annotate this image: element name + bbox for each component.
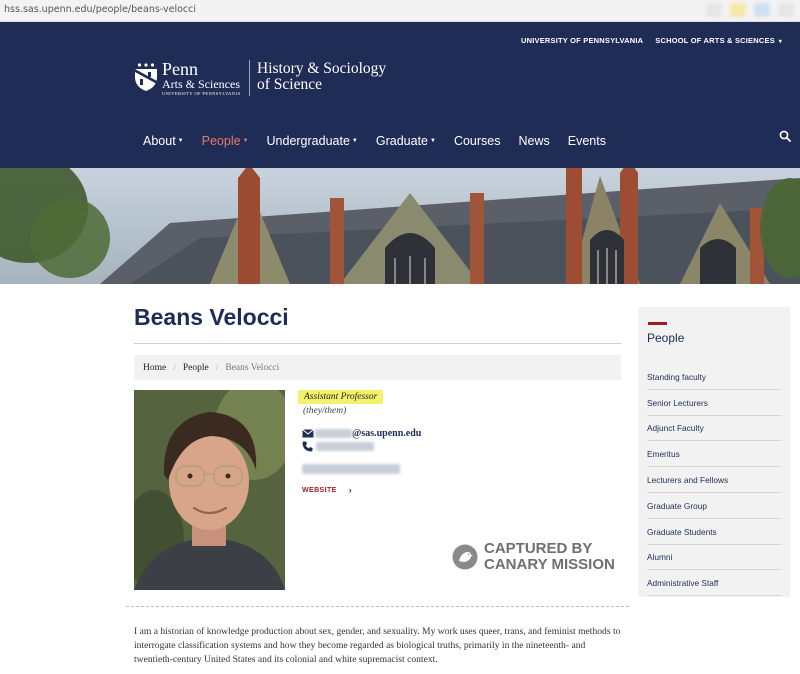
sidebar-list: Standing faculty Senior Lecturers Adjunc… [647, 364, 781, 597]
nav-news[interactable]: News [519, 134, 550, 148]
canary-mission-watermark: CAPTURED BY CANARY MISSION [452, 541, 615, 573]
email-domain: @sas.upenn.edu [352, 428, 422, 439]
url-text[interactable]: hss.sas.upenn.edu/people/beans-velocci [4, 4, 196, 15]
sidebar-item-graduate-students[interactable]: Graduate Students [647, 519, 781, 545]
sidebar-item-graduate-group[interactable]: Graduate Group [647, 493, 781, 519]
top-link-university[interactable]: UNIVERSITY OF PENNSYLVANIA [521, 36, 643, 45]
top-link-school-label: SCHOOL OF ARTS & SCIENCES [655, 36, 775, 45]
envelope-icon [302, 429, 314, 438]
website-label: WEBSITE [302, 486, 337, 494]
nav-graduate[interactable]: Graduate ▼ [376, 134, 436, 148]
caret-down-icon: ▼ [430, 138, 436, 144]
site-logo[interactable]: Penn Arts & Sciences UNIVERSITY OF PENNS… [134, 60, 386, 97]
extension-icon [754, 3, 770, 17]
sidebar-item-lecturers-fellows[interactable]: Lecturers and Fellows [647, 467, 781, 493]
redacted-email-user [315, 429, 352, 438]
redacted-address [302, 464, 400, 474]
breadcrumb: Home / People / Beans Velocci [134, 355, 621, 380]
logo-line-penn: Penn [162, 59, 198, 79]
phone-icon [302, 441, 313, 452]
nav-people[interactable]: People ▼ [202, 134, 249, 148]
redacted-phone [316, 442, 374, 451]
sidebar-item-adjunct-faculty[interactable]: Adjunct Faculty [647, 416, 781, 442]
extension-icon [778, 3, 794, 17]
watermark-line-1: CAPTURED BY [484, 540, 593, 557]
profile-portrait [134, 390, 285, 590]
browser-extension-icons [706, 3, 794, 17]
sidebar-accent-bar [648, 322, 667, 325]
caret-down-icon: ▼ [177, 138, 184, 144]
breadcrumb-separator: / [215, 362, 219, 373]
penn-wordmark: Penn Arts & Sciences UNIVERSITY OF PENNS… [162, 60, 241, 97]
sidebar-item-senior-lecturers[interactable]: Senior Lecturers [647, 390, 781, 416]
extension-icon [706, 3, 722, 17]
sidebar-people: People Standing faculty Senior Lecturers… [638, 307, 790, 597]
top-link-school[interactable]: SCHOOL OF ARTS & SCIENCES ▾ [655, 36, 782, 45]
caret-down-icon: ▼ [242, 138, 249, 144]
nav-graduate-label: Graduate [375, 134, 428, 148]
site-header: UNIVERSITY OF PENNSYLVANIA SCHOOL OF ART… [0, 22, 800, 168]
website-link[interactable]: WEBSITE › [302, 485, 352, 495]
logo-line-university: UNIVERSITY OF PENNSYLVANIA [162, 91, 241, 96]
breadcrumb-people[interactable]: People [183, 363, 209, 373]
logo-line-arts-sciences: Arts & Sciences [162, 77, 240, 91]
logo-divider [249, 60, 250, 96]
search-icon[interactable] [779, 130, 791, 142]
sidebar-item-standing-faculty[interactable]: Standing faculty [647, 364, 781, 390]
breadcrumb-home[interactable]: Home [143, 363, 166, 373]
profile-title: Assistant Professor [298, 390, 384, 404]
profile-photo [134, 390, 285, 590]
chevron-right-icon: › [348, 485, 353, 495]
penn-shield-icon [135, 61, 157, 91]
section-divider [126, 606, 629, 607]
title-divider [134, 343, 621, 344]
main-nav: About ▼ People ▼ Undergraduate ▼ Graduate ▼ … [143, 134, 606, 148]
watermark-line-2: CANARY MISSION [484, 555, 615, 573]
extension-icon [730, 3, 746, 17]
nav-undergraduate-label: Undergraduate [266, 134, 350, 148]
department-name: History & Sociology of Science [257, 60, 387, 94]
profile-bio: I am a historian of knowledge production… [134, 626, 621, 665]
sidebar-item-administrative-staff[interactable]: Administrative Staff [647, 570, 781, 597]
canary-bird-icon [452, 544, 478, 570]
email-row[interactable]: @sas.upenn.edu [302, 428, 421, 439]
chevron-down-icon: ▾ [776, 39, 782, 45]
sidebar-item-emeritus[interactable]: Emeritus [647, 441, 781, 468]
sidebar-item-alumni[interactable]: Alumni [647, 545, 781, 571]
nav-people-label: People [201, 134, 241, 148]
nav-events[interactable]: Events [568, 134, 606, 148]
profile-pronouns: (they/them) [303, 406, 347, 416]
top-utility-nav: UNIVERSITY OF PENNSYLVANIA SCHOOL OF ART… [521, 36, 782, 45]
building-illustration [0, 168, 800, 284]
sidebar-title: People [647, 331, 685, 345]
breadcrumb-separator: / [173, 362, 176, 373]
department-line-2: of Science [257, 76, 322, 94]
caret-down-icon: ▼ [351, 138, 358, 144]
page-title: Beans Velocci [134, 304, 289, 330]
nav-undergraduate[interactable]: Undergraduate ▼ [267, 134, 358, 148]
header-banner-image [0, 168, 800, 284]
nav-about-label: About [143, 134, 176, 148]
breadcrumb-current: Beans Velocci [225, 362, 280, 373]
department-line-1: History & Sociology [257, 60, 387, 77]
browser-url-bar[interactable]: hss.sas.upenn.edu/people/beans-velocci [0, 0, 800, 22]
watermark-text: CAPTURED BY CANARY MISSION [484, 541, 615, 573]
nav-courses[interactable]: Courses [454, 134, 501, 148]
phone-row [302, 441, 374, 452]
nav-about[interactable]: About ▼ [143, 134, 184, 148]
